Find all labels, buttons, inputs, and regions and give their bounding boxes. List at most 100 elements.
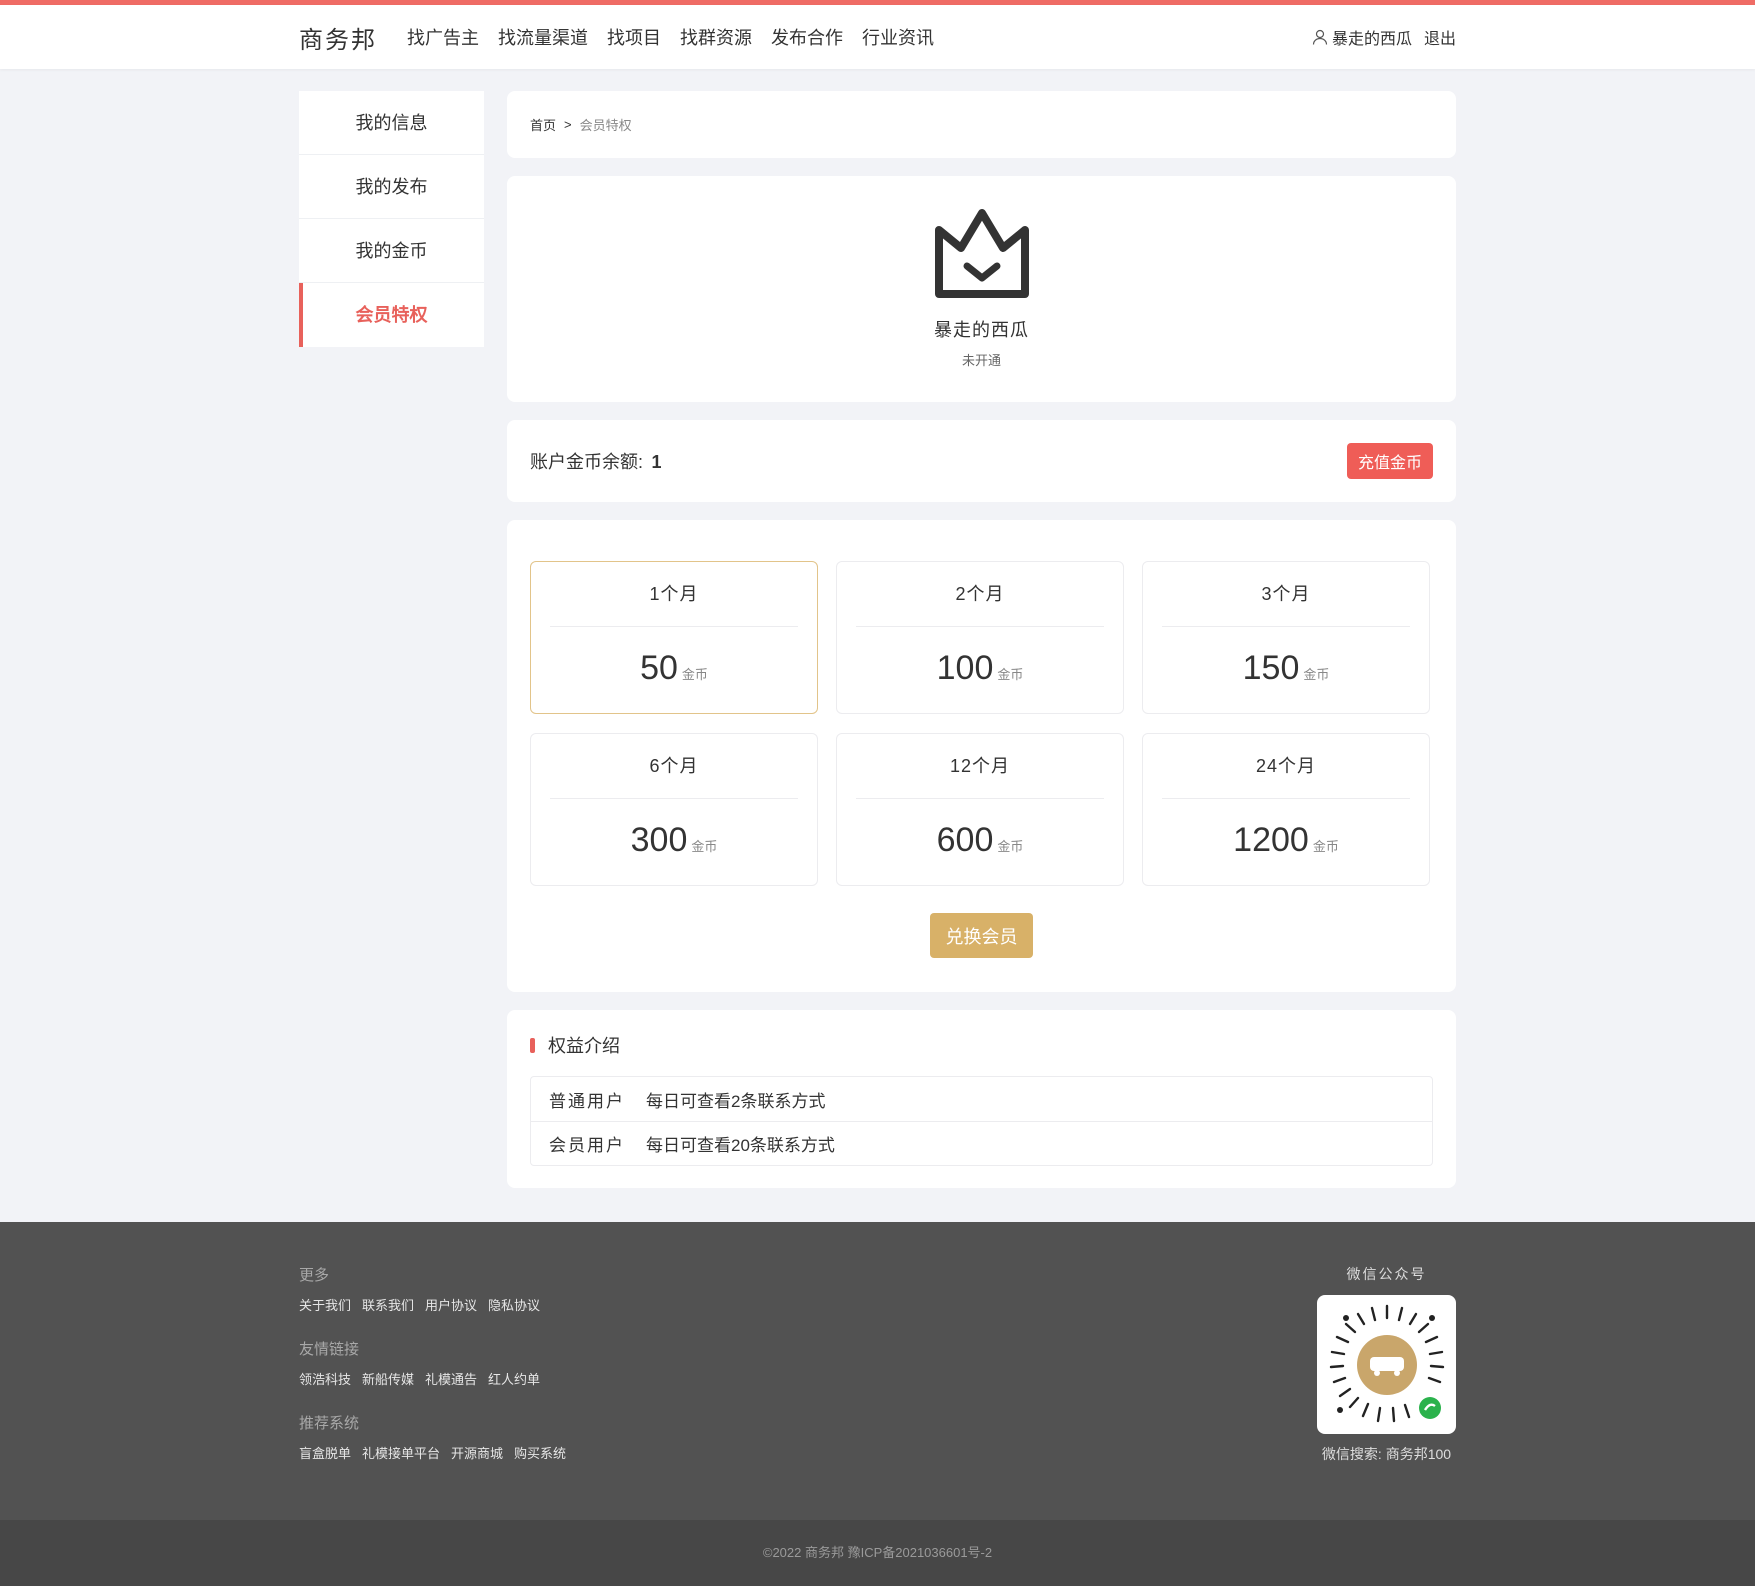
plan-option-3-months[interactable]: 3个月 150 金币 — [1142, 561, 1430, 714]
footer-group-title: 推荐系统 — [299, 1415, 360, 1432]
membership-profile: 暴走的西瓜 未开通 — [507, 176, 1456, 402]
copyright: ©2022 商务邦 豫ICP备2021036601号-2 — [0, 1520, 1755, 1586]
balance-label: 账户金币余额: — [530, 452, 644, 472]
plan-amount: 100 — [936, 649, 994, 687]
wechat-qr-box: 微信公众号 微信搜索: 商务邦100 — [1317, 1264, 1456, 1520]
content: 首页 > 会员特权 暴走的西瓜 未开通 账户金币余额: 1 充值金币 1个月 5… — [507, 91, 1456, 1206]
footer-links: 更多 关于我们 联系我们 用户协议 隐私协议 友情链接 领浩科技 新船传媒 礼模… — [299, 1264, 577, 1520]
footer-link-about[interactable]: 关于我们 — [299, 1295, 351, 1314]
footer-recommended-link[interactable]: 开源商城 — [451, 1443, 503, 1462]
footer-friend-link[interactable]: 领浩科技 — [299, 1369, 351, 1388]
breadcrumb-separator: > — [564, 117, 572, 132]
plan-period: 3个月 — [1162, 562, 1410, 627]
sidebar-item-my-coins[interactable]: 我的金币 — [299, 219, 484, 283]
plan-option-6-months[interactable]: 6个月 300 金币 — [530, 733, 818, 886]
footer-link-user-agreement[interactable]: 用户协议 — [425, 1295, 477, 1314]
footer-recommended-link[interactable]: 礼模接单平台 — [362, 1443, 440, 1462]
user-name-link[interactable]: 暴走的西瓜 — [1332, 25, 1412, 49]
plan-price: 150 金币 — [1243, 649, 1330, 688]
qr-title: 微信公众号 — [1346, 1266, 1427, 1282]
plan-unit: 金币 — [681, 667, 708, 682]
user-icon — [1312, 29, 1328, 45]
nav-publish-cooperation[interactable]: 发布合作 — [771, 24, 843, 50]
footer-link-privacy[interactable]: 隐私协议 — [488, 1295, 540, 1314]
header: 商务邦 找广告主 找流量渠道 找项目 找群资源 发布合作 行业资讯 暴走的西瓜 … — [0, 5, 1755, 69]
qr-code-icon — [1329, 1304, 1444, 1422]
main-nav: 商务邦 找广告主 找流量渠道 找项目 找群资源 发布合作 行业资讯 — [299, 20, 953, 55]
logo[interactable]: 商务邦 — [299, 20, 377, 55]
main-area: 我的信息 我的发布 我的金币 会员特权 首页 > 会员特权 暴走的西瓜 未开通 … — [299, 69, 1456, 1206]
plan-grid: 1个月 50 金币 2个月 100 金币 3个月 150 金币 6个月 300 … — [530, 561, 1433, 886]
nav-find-project[interactable]: 找项目 — [607, 24, 661, 50]
sidebar-item-my-info[interactable]: 我的信息 — [299, 91, 484, 155]
plan-amount: 600 — [936, 821, 994, 859]
breadcrumb-home[interactable]: 首页 — [530, 115, 556, 134]
plan-price: 1200 金币 — [1233, 821, 1339, 860]
nav-find-groups[interactable]: 找群资源 — [680, 24, 752, 50]
plan-option-1-month[interactable]: 1个月 50 金币 — [530, 561, 818, 714]
plan-option-24-months[interactable]: 24个月 1200 金币 — [1142, 733, 1430, 886]
membership-status: 未开通 — [961, 353, 1001, 368]
recharge-coins-button[interactable]: 充值金币 — [1346, 443, 1433, 479]
footer-recommended-link[interactable]: 盲盒脱单 — [299, 1443, 351, 1462]
profile-name: 暴走的西瓜 — [934, 320, 1029, 340]
benefits-title: 权益介绍 — [548, 1036, 620, 1056]
benefits-card: 权益介绍 普通用户 每日可查看2条联系方式 会员用户 每日可查看20条联系方式 — [507, 1010, 1456, 1188]
footer-group-title: 友情链接 — [299, 1341, 360, 1358]
benefit-row-regular: 普通用户 每日可查看2条联系方式 — [531, 1077, 1432, 1121]
plan-option-12-months[interactable]: 12个月 600 金币 — [836, 733, 1124, 886]
benefit-desc: 每日可查看20条联系方式 — [646, 1136, 835, 1155]
balance-value: 1 — [651, 452, 662, 472]
benefit-type: 普通用户 — [549, 1091, 625, 1111]
nav-industry-news[interactable]: 行业资讯 — [862, 24, 934, 50]
breadcrumb: 首页 > 会员特权 — [507, 91, 1456, 158]
footer-link-contact[interactable]: 联系我们 — [362, 1295, 414, 1314]
benefit-desc: 每日可查看2条联系方式 — [646, 1091, 826, 1111]
plan-amount: 50 — [640, 649, 678, 687]
plan-period: 24个月 — [1162, 734, 1410, 799]
benefits-table: 普通用户 每日可查看2条联系方式 会员用户 每日可查看20条联系方式 — [530, 1076, 1433, 1166]
plan-unit: 金币 — [691, 839, 718, 854]
logout-link[interactable]: 退出 — [1424, 25, 1456, 49]
plan-amount: 150 — [1242, 649, 1300, 687]
nav-find-advertiser[interactable]: 找广告主 — [407, 24, 479, 50]
plan-amount: 1200 — [1233, 821, 1309, 859]
plan-unit: 金币 — [997, 667, 1024, 682]
plans-card: 1个月 50 金币 2个月 100 金币 3个月 150 金币 6个月 300 … — [507, 520, 1456, 992]
footer-friend-link[interactable]: 礼模通告 — [425, 1369, 477, 1388]
benefit-type: 会员用户 — [549, 1136, 625, 1155]
plan-period: 1个月 — [550, 562, 798, 627]
coin-balance-bar: 账户金币余额: 1 充值金币 — [507, 420, 1456, 502]
plan-period: 12个月 — [856, 734, 1104, 799]
plan-price: 300 金币 — [631, 821, 718, 860]
plan-option-2-months[interactable]: 2个月 100 金币 — [836, 561, 1124, 714]
sidebar-item-my-posts[interactable]: 我的发布 — [299, 155, 484, 219]
plan-unit: 金币 — [1303, 667, 1330, 682]
breadcrumb-current: 会员特权 — [579, 118, 632, 133]
plan-price: 50 金币 — [640, 649, 708, 688]
sidebar-item-membership[interactable]: 会员特权 — [299, 283, 484, 347]
user-box: 暴走的西瓜 退出 — [1312, 25, 1456, 49]
footer-group-title: 更多 — [299, 1267, 330, 1284]
footer-group-recommended: 推荐系统 盲盒脱单 礼模接单平台 开源商城 购买系统 — [299, 1412, 577, 1462]
plan-unit: 金币 — [1312, 839, 1339, 854]
footer: 更多 关于我们 联系我们 用户协议 隐私协议 友情链接 领浩科技 新船传媒 礼模… — [0, 1222, 1755, 1586]
sidebar: 我的信息 我的发布 我的金币 会员特权 — [299, 91, 484, 347]
footer-group-friend-links: 友情链接 领浩科技 新船传媒 礼模通告 红人约单 — [299, 1338, 577, 1388]
exchange-membership-button[interactable]: 兑换会员 — [930, 913, 1033, 958]
plan-unit: 金币 — [997, 839, 1024, 854]
plan-period: 2个月 — [856, 562, 1104, 627]
plan-price: 100 金币 — [937, 649, 1024, 688]
benefits-heading: 权益介绍 — [530, 1032, 1433, 1058]
footer-group-more: 更多 关于我们 联系我们 用户协议 隐私协议 — [299, 1264, 577, 1314]
qr-caption: 微信搜索: 商务邦100 — [1321, 1446, 1452, 1462]
plan-amount: 300 — [630, 821, 688, 859]
wechat-qr-code — [1317, 1295, 1456, 1434]
benefit-row-member: 会员用户 每日可查看20条联系方式 — [531, 1121, 1432, 1165]
footer-friend-link[interactable]: 红人约单 — [488, 1369, 540, 1388]
footer-friend-link[interactable]: 新船传媒 — [362, 1369, 414, 1388]
plan-price: 600 金币 — [937, 821, 1024, 860]
footer-recommended-link[interactable]: 购买系统 — [514, 1443, 566, 1462]
crown-icon — [934, 209, 1029, 298]
nav-find-traffic[interactable]: 找流量渠道 — [498, 24, 588, 50]
